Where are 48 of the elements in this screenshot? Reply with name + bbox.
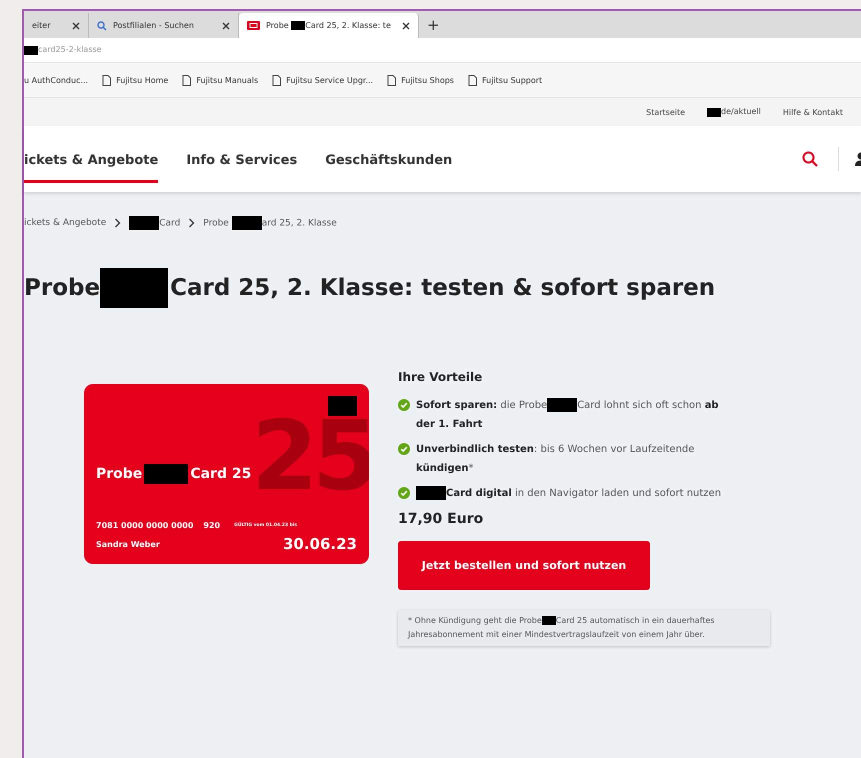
breadcrumb-link[interactable]: ickets & Angebote: [24, 218, 106, 228]
benefit-text: Sofort sparen: die Probe Card lohnt sich oft schon ab der 1. Fahrt: [416, 397, 720, 432]
site-icon: [247, 21, 260, 30]
search-icon[interactable]: [802, 151, 818, 167]
card-name: Probe Card 25: [96, 464, 252, 484]
page-title: Probe Card 25, 2. Klasse: testen & sofort sparen: [24, 268, 861, 308]
nav-tab[interactable]: Info & Services: [186, 141, 298, 183]
bookmark[interactable]: u AuthConduc...: [24, 76, 88, 84]
top-link[interactable]: de/aktuell: [707, 107, 761, 117]
page-icon: [102, 74, 112, 86]
browser-tab[interactable]: Probe Card 25, 2. Klasse: te: [239, 13, 419, 38]
price: 17,90 Euro: [398, 511, 484, 527]
bookmark[interactable]: Fujitsu Manuals: [196, 76, 258, 84]
card-big-number: 25: [251, 408, 369, 504]
top-link[interactable]: Hilfe & Kontakt: [782, 108, 843, 116]
new-tab-button[interactable]: +: [419, 16, 448, 34]
bookmark[interactable]: Fujitsu Support: [482, 76, 542, 84]
page-icon: [272, 74, 282, 86]
top-link[interactable]: Startseite: [646, 108, 686, 116]
benefit-text: Card digital in den Navigator laden und sofort nutzen: [416, 484, 734, 503]
close-icon[interactable]: [402, 22, 410, 30]
footnote: * Ohne Kündigung geht die Probe Card 25 automatisch in ein dauerhaftes Jahresabonnement mit einer Mindestvertragslaufzeit von einem Jahr über.: [398, 610, 770, 646]
order-button[interactable]: Jetzt bestellen und sofort nutzen: [398, 541, 650, 590]
benefits-heading: Ihre Vorteile: [398, 370, 484, 384]
nav-tab[interactable]: Geschäftskunden: [325, 141, 452, 183]
card-expiry: 30.06.23: [282, 535, 357, 553]
page-icon: [468, 74, 477, 86]
card-holder: Sandra Weber: [96, 540, 160, 548]
card-number: 7081 0000 0000 0000: [96, 521, 194, 530]
user-icon[interactable]: [855, 152, 861, 166]
chevron-icon: [114, 218, 122, 228]
chevron-icon: [188, 218, 196, 228]
breadcrumb-link[interactable]: Probe ard 25, 2. Klasse: [203, 216, 337, 230]
bookmark[interactable]: Fujitsu Shops: [401, 76, 454, 84]
check-icon: [398, 443, 410, 455]
close-icon[interactable]: [72, 22, 80, 30]
page-icon: [387, 74, 396, 86]
close-icon[interactable]: [222, 22, 230, 30]
check-icon: [398, 487, 410, 499]
check-icon: [398, 399, 410, 411]
redaction-bar: [328, 396, 357, 416]
bookmark[interactable]: Fujitsu Service Upgr...: [286, 76, 374, 84]
benefit-text: Unverbindlich testen: bis 6 Wochen vor Laufzeitende kündigen*: [416, 443, 696, 476]
page-icon: [182, 74, 192, 86]
nav-tab[interactable]: ickets & Angebote: [24, 141, 158, 183]
card-code: 920: [203, 521, 220, 530]
search-icon: [97, 20, 107, 30]
bookmark[interactable]: Fujitsu Home: [116, 76, 168, 84]
